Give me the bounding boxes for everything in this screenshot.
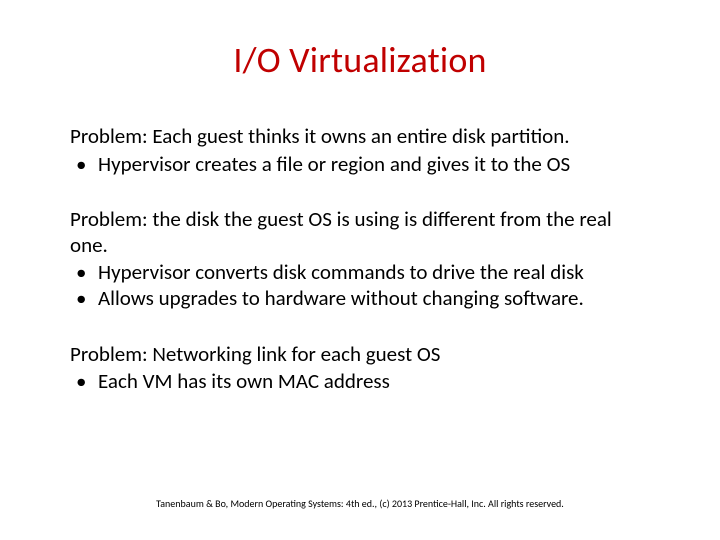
slide-title: I/O Virtualization [70,38,650,82]
problem-block-1: Problem: Each guest thinks it owns an en… [70,124,650,177]
problem-block-3: Problem: Networking link for each guest … [70,342,650,395]
bullet-item: Hypervisor converts disk commands to dri… [70,260,650,286]
problem-block-2: Problem: the disk the guest OS is using … [70,207,650,311]
problem-lead: Problem: Each guest thinks it owns an en… [70,124,650,150]
slide: I/O Virtualization Problem: Each guest t… [0,0,720,540]
bullet-list: Hypervisor creates a file or region and … [70,152,650,178]
bullet-item: Allows upgrades to hardware without chan… [70,286,650,312]
footer-citation: Tanenbaum & Bo, Modern Operating Systems… [0,497,720,510]
bullet-list: Each VM has its own MAC address [70,369,650,395]
problem-lead: Problem: Networking link for each guest … [70,342,650,368]
bullet-list: Hypervisor converts disk commands to dri… [70,260,650,311]
bullet-item: Hypervisor creates a file or region and … [70,152,650,178]
problem-lead: Problem: the disk the guest OS is using … [70,207,650,258]
bullet-item: Each VM has its own MAC address [70,369,650,395]
